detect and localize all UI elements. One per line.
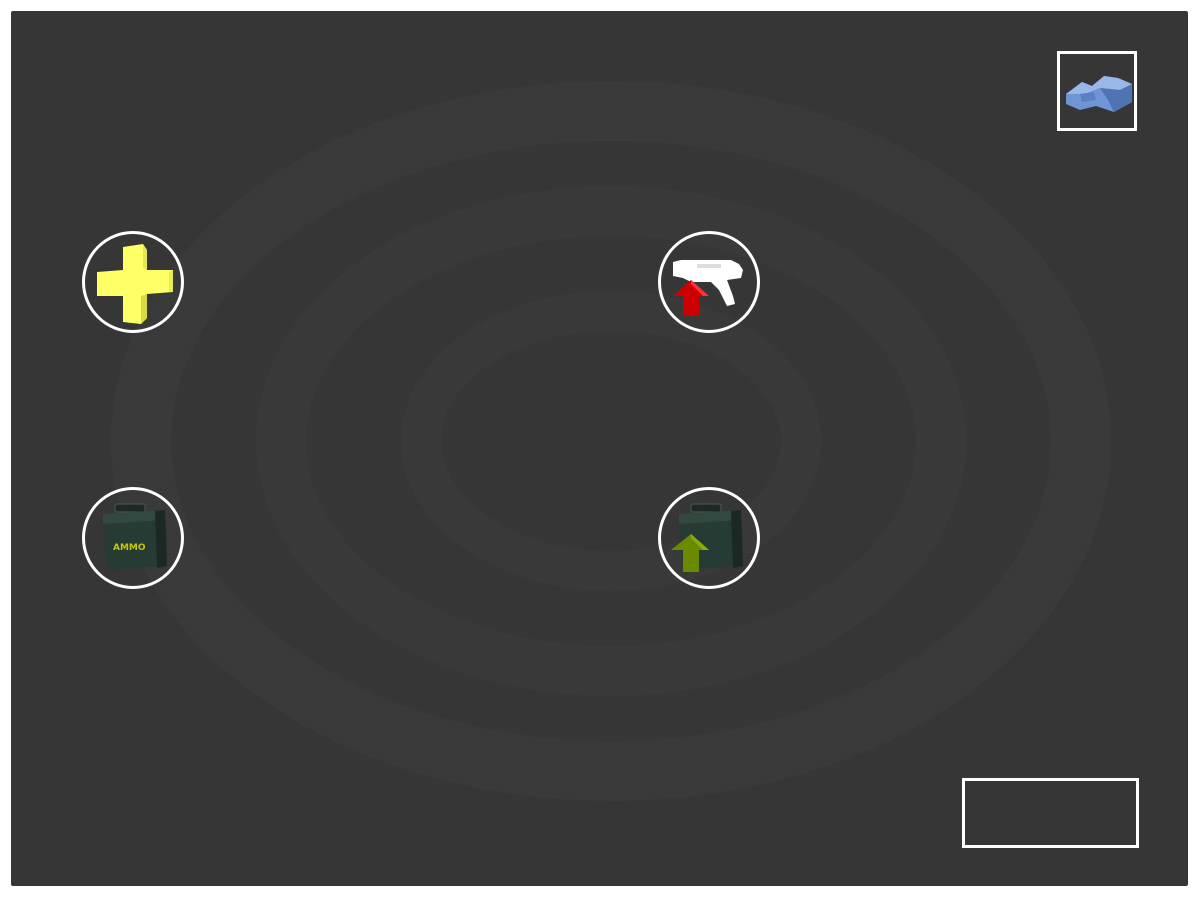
blaster-gun-with-up-arrow-icon <box>673 260 743 316</box>
health-slot[interactable] <box>82 231 184 333</box>
ammo-box-label: AMMO <box>113 543 146 553</box>
ammo-upgrade-slot[interactable] <box>658 487 760 589</box>
ammo-slot[interactable]: AMMO <box>82 487 184 589</box>
ammo-box-icon: AMMO <box>103 503 167 570</box>
weapon-upgrade-slot[interactable] <box>658 231 760 333</box>
game-screen: AMMO <box>11 11 1188 886</box>
map-button[interactable] <box>1057 51 1137 131</box>
map-terrain-icon <box>1066 76 1132 112</box>
background-art <box>111 81 1111 801</box>
ammo-box-with-up-arrow-icon <box>671 503 743 572</box>
health-cross-icon <box>97 244 173 324</box>
action-button[interactable] <box>962 778 1139 848</box>
